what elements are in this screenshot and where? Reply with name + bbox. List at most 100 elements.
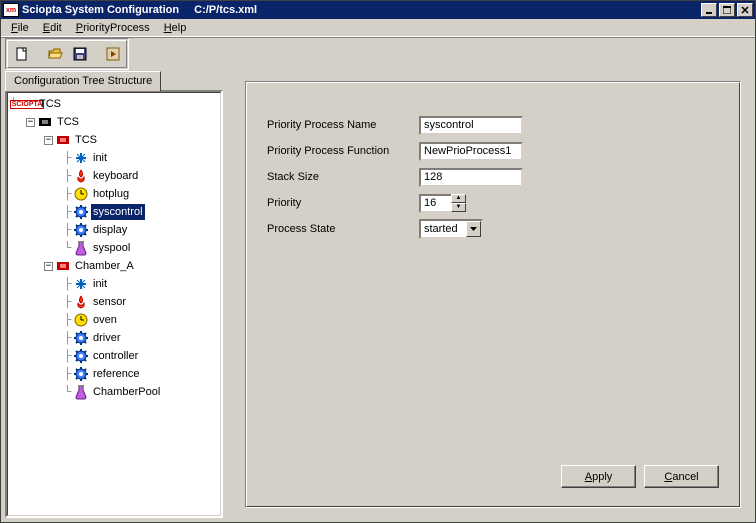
tree-item-keyboard[interactable]: ├keyboard	[8, 167, 220, 185]
label-process-name: Priority Process Name	[267, 119, 419, 131]
tree-item-init[interactable]: ├init	[8, 149, 220, 167]
label-process-function: Priority Process Function	[267, 145, 419, 157]
label-priority: Priority	[267, 197, 419, 209]
titlebar: xm Sciopta System Configuration C:/P/tcs…	[1, 1, 755, 19]
tree-item-chamberpool[interactable]: └ChamberPool	[8, 383, 220, 401]
expander-icon[interactable]: −	[44, 262, 53, 271]
open-button[interactable]	[43, 43, 66, 65]
tree-submodule-chamber-a-icon	[55, 258, 71, 274]
expander-icon[interactable]: −	[44, 136, 53, 145]
new-file-icon	[14, 46, 30, 62]
tree-submodule-tcs-icon	[55, 132, 71, 148]
tree-root-icon: SCIOPTA	[19, 96, 35, 112]
tree-item-hotplug-icon	[73, 186, 89, 202]
tree-item-chamberpool-icon	[73, 384, 89, 400]
tree-label: TCS	[73, 132, 99, 148]
tree-label: display	[91, 222, 129, 238]
expander-icon[interactable]: −	[26, 118, 35, 127]
app-name: Sciopta System Configuration	[22, 4, 179, 16]
tree-item-display[interactable]: ├display	[8, 221, 220, 239]
tree-item-oven-icon	[73, 312, 89, 328]
tree-item-oven[interactable]: ├oven	[8, 311, 220, 329]
tree-item-controller[interactable]: ├controller	[8, 347, 220, 365]
menu-help[interactable]: Help	[158, 21, 193, 35]
tree-item-syspool[interactable]: └syspool	[8, 239, 220, 257]
tree-label: driver	[91, 330, 123, 346]
build-arrow-icon	[105, 46, 121, 62]
app-window: xm Sciopta System Configuration C:/P/tcs…	[0, 0, 756, 523]
tree-label: init	[91, 150, 109, 166]
tree-module-tcs[interactable]: − TCS	[8, 113, 220, 131]
select-value: started	[421, 223, 466, 235]
tree-label: init	[91, 276, 109, 292]
save-button[interactable]	[68, 43, 91, 65]
toolbar	[1, 38, 755, 70]
tree-submodule-tcs[interactable]: − TCS	[8, 131, 220, 149]
tree-item-sensor[interactable]: ├sensor	[8, 293, 220, 311]
tree-item-driver[interactable]: ├driver	[8, 329, 220, 347]
menubar: File Edit PriorityProcess Help	[1, 19, 755, 38]
tree-item-init[interactable]: ├init	[8, 275, 220, 293]
tree-item-init-icon	[73, 276, 89, 292]
properties-panel: Priority Process Name Priority Process F…	[245, 81, 741, 508]
tree-item-init-icon	[73, 150, 89, 166]
priority-up-button[interactable]: ▲	[451, 194, 466, 203]
spinner-priority[interactable]: ▲ ▼	[419, 194, 466, 213]
tree-item-syscontrol[interactable]: ├syscontrol	[8, 203, 220, 221]
new-button[interactable]	[10, 43, 33, 65]
tree-label: syspool	[91, 240, 132, 256]
menu-edit[interactable]: Edit	[37, 21, 68, 35]
tab-config-tree[interactable]: Configuration Tree Structure	[5, 71, 161, 91]
app-icon: xm	[3, 3, 19, 17]
tree-item-reference[interactable]: ├reference	[8, 365, 220, 383]
tree-label: TCS	[37, 96, 63, 112]
save-floppy-icon	[72, 46, 88, 62]
input-process-name[interactable]	[419, 116, 523, 135]
tree-item-display-icon	[73, 222, 89, 238]
menu-file[interactable]: File	[5, 21, 35, 35]
tree-item-syspool-icon	[73, 240, 89, 256]
select-process-state[interactable]: started	[419, 219, 483, 239]
tree-label: ChamberPool	[91, 384, 162, 400]
apply-button[interactable]: Apply	[561, 465, 636, 488]
tree-label: sensor	[91, 294, 128, 310]
tree-label: controller	[91, 348, 140, 364]
input-process-function[interactable]	[419, 142, 523, 161]
minimize-button[interactable]	[701, 3, 717, 17]
tree-view[interactable]: └SCIOPTATCS−TCS−TCS├init├keyboard├hotplu…	[7, 92, 221, 516]
window-controls	[701, 3, 753, 17]
tree-label: syscontrol	[91, 204, 145, 220]
tree-module-tcs-icon	[37, 114, 53, 130]
maximize-button[interactable]	[719, 3, 735, 17]
content-area: Configuration Tree Structure └SCIOPTATCS…	[5, 71, 751, 518]
tree-panel: Configuration Tree Structure └SCIOPTATCS…	[5, 71, 223, 518]
tree-submodule-chamber-a[interactable]: − Chamber_A	[8, 257, 220, 275]
tree-root[interactable]: └SCIOPTATCS	[8, 95, 220, 113]
close-button[interactable]	[737, 3, 753, 17]
input-stack-size[interactable]	[419, 168, 523, 187]
cancel-button[interactable]: Cancel	[644, 465, 719, 488]
tree-label: TCS	[55, 114, 81, 130]
priority-down-button[interactable]: ▼	[451, 203, 466, 212]
label-stack-size: Stack Size	[267, 171, 419, 183]
tree-item-controller-icon	[73, 348, 89, 364]
file-path: C:/P/tcs.xml	[194, 4, 257, 16]
tree-label: keyboard	[91, 168, 140, 184]
tree-item-driver-icon	[73, 330, 89, 346]
tree-label: hotplug	[91, 186, 131, 202]
build-button[interactable]	[101, 43, 124, 65]
tree-item-sensor-icon	[73, 294, 89, 310]
tree-item-hotplug[interactable]: ├hotplug	[8, 185, 220, 203]
tree-label: Chamber_A	[73, 258, 136, 274]
input-priority[interactable]	[419, 194, 451, 213]
label-process-state: Process State	[267, 223, 419, 235]
open-folder-icon	[47, 46, 63, 62]
tree-label: reference	[91, 366, 141, 382]
tree-item-syscontrol-icon	[73, 204, 89, 220]
dropdown-button[interactable]	[466, 221, 481, 237]
tree-label: oven	[91, 312, 119, 328]
tree-item-reference-icon	[73, 366, 89, 382]
title-text: Sciopta System Configuration C:/P/tcs.xm…	[22, 4, 701, 16]
menu-priorityprocess[interactable]: PriorityProcess	[70, 21, 156, 35]
chevron-down-icon	[470, 227, 477, 231]
